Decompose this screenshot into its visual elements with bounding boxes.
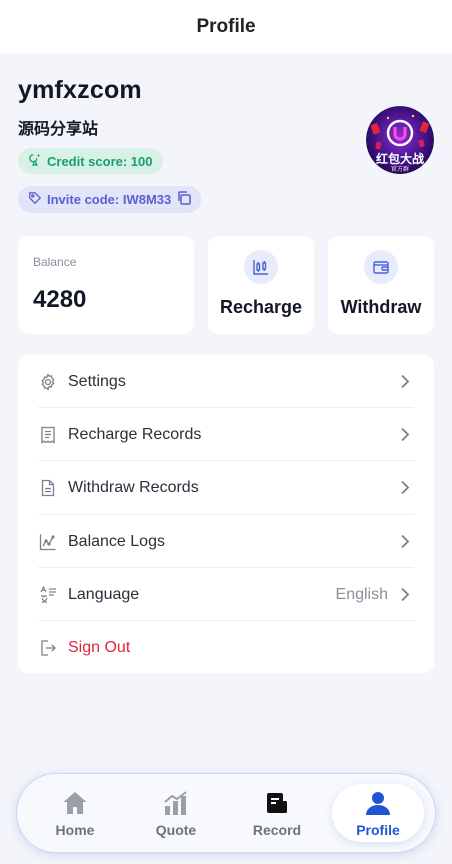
profile-section: ymfxzcom 源码分享站 Credit score: 100 Invite … [0, 53, 452, 223]
menu-item-sign-out[interactable]: Sign Out [38, 621, 414, 674]
top-header: Profile [0, 0, 452, 53]
chevron-right-icon [401, 534, 410, 549]
menu-label-language: Language [68, 585, 140, 603]
recharge-button[interactable]: Recharge [208, 236, 314, 334]
withdraw-button[interactable]: Withdraw [328, 236, 434, 334]
chevron-right-icon [401, 480, 410, 495]
tab-label-quote: Quote [155, 822, 197, 838]
menu-label-balance-logs: Balance Logs [68, 532, 165, 550]
nickname: 源码分享站 [18, 119, 99, 138]
chevron-right-icon [401, 587, 410, 602]
menu-item-balance-logs[interactable]: Balance Logs [38, 515, 414, 568]
invite-code-text: Invite code: IW8M33 [47, 192, 172, 207]
menu-label-withdraw-records: Withdraw Records [68, 478, 199, 496]
chevron-right-icon [401, 374, 410, 389]
menu-item-language[interactable]: Language English [38, 568, 414, 621]
menu-label-sign-out: Sign Out [68, 638, 131, 656]
wallet-icon [364, 250, 398, 284]
menu-item-settings[interactable]: Settings [38, 355, 414, 408]
chevron-right-icon [401, 427, 410, 442]
gear-icon [38, 372, 58, 392]
settings-menu: Settings Recharge Records Withdraw Recor… [18, 355, 434, 673]
menu-item-withdraw-records[interactable]: Withdraw Records [38, 461, 414, 514]
invite-code-badge[interactable]: Invite code: IW8M33 [18, 186, 202, 213]
credit-score-text: Credit score: 100 [47, 153, 153, 169]
home-icon [61, 789, 89, 817]
tab-label-record: Record [252, 822, 302, 838]
user-icon [364, 789, 392, 817]
credit-score-badge: Credit score: 100 [18, 148, 163, 174]
tab-quote[interactable]: Quote [136, 774, 216, 852]
tab-profile[interactable]: Profile [338, 774, 418, 852]
bar-chart-icon [162, 789, 190, 817]
chart-icon [38, 532, 58, 552]
recharge-label: Recharge [219, 297, 303, 317]
tag-icon [28, 191, 42, 208]
tab-record[interactable]: Record [237, 774, 317, 852]
avatar[interactable]: 红包大战 官方群 [366, 106, 434, 174]
record-icon [263, 789, 291, 817]
tab-label-profile: Profile [356, 822, 400, 838]
menu-label-recharge-records: Recharge Records [68, 425, 202, 443]
balance-card: Balance 4280 [18, 236, 194, 334]
language-icon [38, 585, 58, 605]
avatar-subtitle: 官方群 [390, 166, 409, 173]
logout-icon [38, 638, 58, 658]
language-value: English [335, 585, 388, 603]
tab-home[interactable]: Home [35, 774, 115, 852]
credit-icon [28, 153, 42, 170]
receipt-icon [38, 425, 58, 445]
tab-label-home: Home [55, 822, 95, 838]
bottom-tab-bar: Home Quote Record Profile [16, 773, 436, 853]
username: ymfxzcom [18, 76, 142, 104]
copy-icon[interactable] [176, 190, 192, 209]
balance-label: Balance [33, 255, 77, 269]
candlestick-icon [244, 250, 278, 284]
wallet-cards: Balance 4280 Recharge Withdraw [18, 236, 434, 334]
menu-label-settings: Settings [68, 372, 126, 390]
document-icon [38, 478, 58, 498]
withdraw-label: Withdraw [340, 297, 422, 317]
balance-value: 4280 [33, 286, 87, 313]
menu-item-recharge-records[interactable]: Recharge Records [38, 408, 414, 461]
page-title: Profile [196, 15, 256, 37]
